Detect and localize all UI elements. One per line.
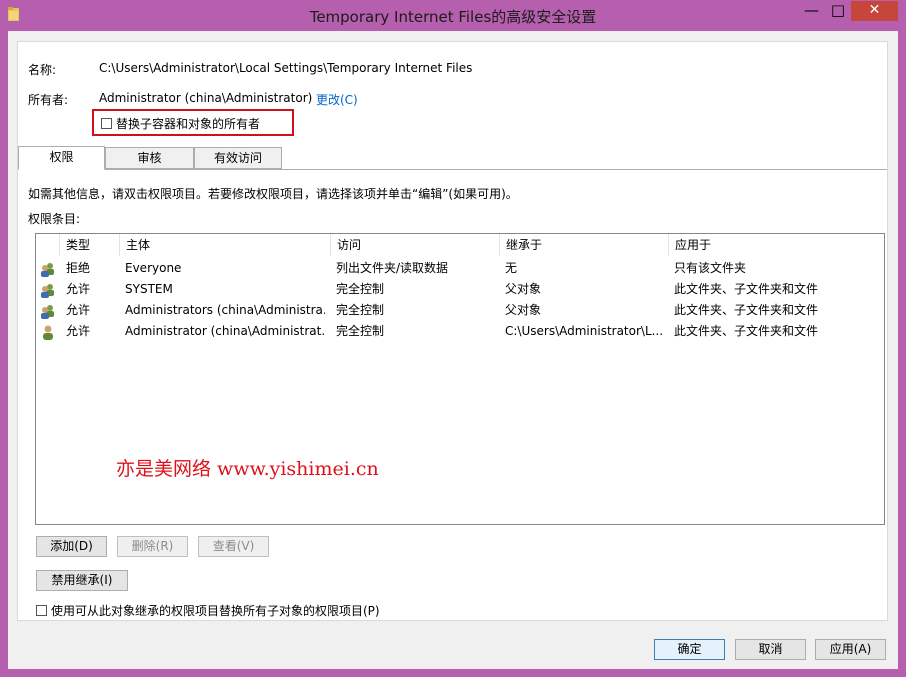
- window-title: Temporary Internet Files的高级安全设置: [309, 8, 597, 26]
- name-label: 名称:: [28, 63, 57, 77]
- view-button[interactable]: 查看(V): [198, 536, 269, 557]
- dialog-client: 名称: C:\Users\Administrator\Local Setting…: [8, 31, 898, 669]
- title-bar[interactable]: Temporary Internet Files的高级安全设置 — □ ✕: [0, 0, 906, 31]
- ok-button[interactable]: 确定: [654, 639, 725, 660]
- cell-inherited: 无: [505, 261, 518, 275]
- cell-access: 完全控制: [336, 303, 385, 317]
- group-icon: [41, 284, 54, 298]
- cell-inherited: 父对象: [505, 303, 542, 317]
- cell-principal: SYSTEM: [125, 282, 173, 296]
- change-owner-link[interactable]: 更改(C): [316, 91, 358, 108]
- remove-button[interactable]: 删除(R): [117, 536, 188, 557]
- table-row[interactable]: 允许 Administrator (china\Administrat... 完…: [36, 321, 884, 342]
- header-applies-to[interactable]: 应用于: [669, 234, 884, 256]
- header-inherited-from[interactable]: 继承于: [500, 234, 669, 256]
- replace-owner-checkbox[interactable]: [101, 118, 112, 129]
- header-principal[interactable]: 主体: [120, 234, 331, 256]
- replace-child-permissions-checkbox[interactable]: [36, 605, 47, 616]
- tab-auditing[interactable]: 审核: [105, 147, 194, 169]
- cell-type: 允许: [66, 303, 91, 317]
- cell-applies: 只有该文件夹: [674, 261, 747, 275]
- apply-button[interactable]: 应用(A): [815, 639, 886, 660]
- cell-inherited: C:\Users\Administrator\L...: [505, 324, 664, 338]
- table-row[interactable]: 拒绝 Everyone 列出文件夹/读取数据 无 只有该文件夹: [36, 258, 884, 279]
- group-icon: [41, 263, 54, 277]
- cell-access: 完全控制: [336, 324, 385, 338]
- watermark-text: 亦是美网络 www.yishimei.cn: [116, 458, 379, 480]
- cell-principal: Administrators (china\Administra...: [125, 303, 325, 317]
- cell-inherited: 父对象: [505, 282, 542, 296]
- group-icon: [41, 305, 54, 319]
- disable-inheritance-button[interactable]: 禁用继承(I): [36, 570, 128, 591]
- replace-child-permissions-label: 使用可从此对象继承的权限项目替换所有子对象的权限项目(P): [51, 604, 380, 618]
- permission-entries-list[interactable]: 类型 主体 访问 继承于 应用于 拒绝 Everyone 列出文件夹/读取数据 …: [35, 233, 885, 525]
- cancel-button[interactable]: 取消: [735, 639, 806, 660]
- cell-applies: 此文件夹、子文件夹和文件: [674, 324, 819, 338]
- cell-type: 拒绝: [66, 261, 91, 275]
- cell-principal: Everyone: [125, 261, 182, 275]
- window-frame: Temporary Internet Files的高级安全设置 — □ ✕ 名称…: [0, 0, 906, 677]
- cell-applies: 此文件夹、子文件夹和文件: [674, 303, 819, 317]
- table-row[interactable]: 允许 SYSTEM 完全控制 父对象 此文件夹、子文件夹和文件: [36, 279, 884, 300]
- replace-owner-label: 替换子容器和对象的所有者: [116, 117, 261, 131]
- tab-permissions[interactable]: 权限: [18, 146, 105, 170]
- tab-effective-access[interactable]: 有效访问: [194, 147, 282, 169]
- table-row[interactable]: 允许 Administrators (china\Administra... 完…: [36, 300, 884, 321]
- user-icon: [43, 325, 53, 340]
- close-button[interactable]: ✕: [851, 1, 898, 21]
- owner-label: 所有者:: [28, 93, 69, 107]
- instructions-text: 如需其他信息，请双击权限项目。若要修改权限项目，请选择该项并单击“编辑”(如果可…: [28, 187, 518, 201]
- header-access[interactable]: 访问: [331, 234, 500, 256]
- cell-type: 允许: [66, 282, 91, 296]
- tab-divider: [18, 169, 887, 170]
- header-icon-col: [36, 234, 60, 256]
- header-type[interactable]: 类型: [60, 234, 120, 256]
- maximize-button[interactable]: □: [825, 1, 851, 21]
- cell-access: 完全控制: [336, 282, 385, 296]
- main-panel: 名称: C:\Users\Administrator\Local Setting…: [17, 41, 888, 621]
- list-header: 类型 主体 访问 继承于 应用于: [36, 234, 884, 256]
- cell-access: 列出文件夹/读取数据: [336, 261, 449, 275]
- add-button[interactable]: 添加(D): [36, 536, 107, 557]
- name-value: C:\Users\Administrator\Local Settings\Te…: [99, 61, 473, 75]
- cell-applies: 此文件夹、子文件夹和文件: [674, 282, 819, 296]
- cell-type: 允许: [66, 324, 91, 338]
- owner-value: Administrator (china\Administrator): [99, 91, 313, 105]
- minimize-button[interactable]: —: [798, 1, 825, 21]
- entries-label: 权限条目:: [28, 212, 81, 226]
- cell-principal: Administrator (china\Administrat...: [125, 324, 325, 338]
